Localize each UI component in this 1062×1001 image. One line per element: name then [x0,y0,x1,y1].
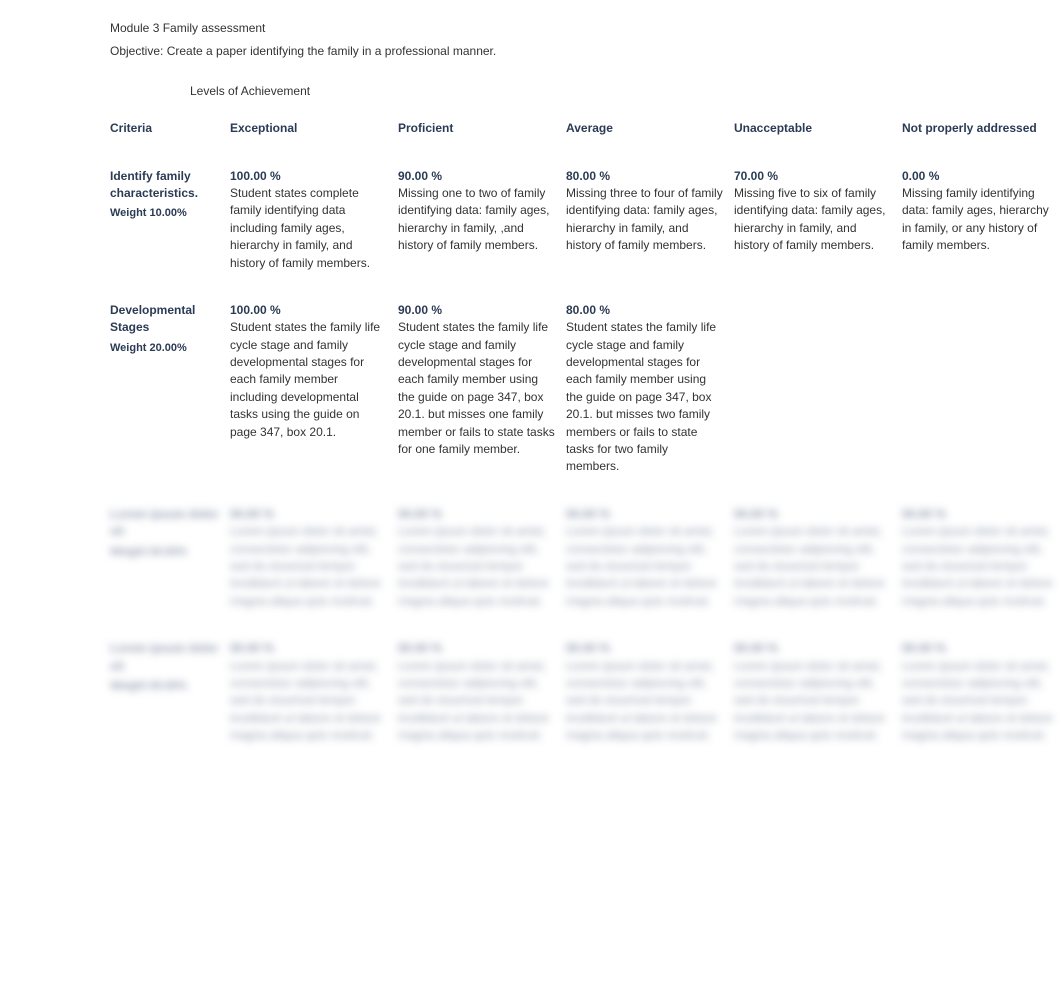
cell-percent: 00.00 % [902,507,946,521]
level-cell: 00.00 % Lorem ipsum dolor sit amet, conse… [566,488,734,622]
cell-percent: 100.00 % [230,169,281,183]
cell-description: Student states the family life cycle sta… [230,319,388,441]
col-criteria: Criteria [110,110,230,149]
criteria-name: Identify family characteristics. [110,168,220,203]
cell-percent: 00.00 % [230,507,274,521]
criteria-name: Developmental Stages [110,302,220,337]
page: Module 3 Family assessment Objective: Cr… [0,0,1062,1001]
rubric-table: Criteria Exceptional Proficient Average … [110,110,1062,756]
criteria-weight: Weight 00.00% [110,679,220,695]
cell-description: Lorem ipsum dolor sit amet, consectetur … [902,523,1060,610]
criteria-cell: Lorem ipsum dolor sit Weight 00.00% [110,488,230,622]
cell-percent: 00.00 % [734,507,778,521]
level-cell: 00.00 % Lorem ipsum dolor sit amet, conse… [734,488,902,622]
cell-description: Student states the family life cycle sta… [398,319,556,458]
cell-description: Lorem ipsum dolor sit amet, consectetur … [398,523,556,610]
level-cell: 0.00 % Missing family identifying data: f… [902,150,1062,284]
cell-description: Lorem ipsum dolor sit amet, consectetur … [734,658,892,745]
level-cell: 90.00 % Missing one to two of family iden… [398,150,566,284]
cell-description: Lorem ipsum dolor sit amet, consectetur … [230,658,388,745]
col-not-addressed: Not properly addressed [902,110,1062,149]
cell-percent: 00.00 % [398,641,442,655]
level-cell: 90.00 % Student states the family life cy… [398,284,566,488]
level-cell: 00.00 % Lorem ipsum dolor sit amet, conse… [230,488,398,622]
cell-percent: 00.00 % [566,641,610,655]
cell-description: Student states the family life cycle sta… [566,319,724,476]
level-cell: 00.00 % Lorem ipsum dolor sit amet, conse… [566,622,734,756]
criteria-name: Lorem ipsum dolor sit [110,506,220,541]
cell-percent: 00.00 % [902,641,946,655]
col-average: Average [566,110,734,149]
criteria-weight: Weight 10.00% [110,206,220,222]
levels-of-achievement-label: Levels of Achievement [190,83,1032,100]
level-cell: 100.00 % Student states the family life c… [230,284,398,488]
col-exceptional: Exceptional [230,110,398,149]
level-cell: 00.00 % Lorem ipsum dolor sit amet, conse… [398,488,566,622]
level-cell [902,284,1062,488]
cell-percent: 90.00 % [398,303,442,317]
level-cell [734,284,902,488]
cell-percent: 00.00 % [398,507,442,521]
cell-description: Missing five to six of family identifyin… [734,185,892,255]
criteria-cell: Lorem ipsum dolor sit Weight 00.00% [110,622,230,756]
level-cell: 80.00 % Student states the family life cy… [566,284,734,488]
table-row: Lorem ipsum dolor sit Weight 00.00% 00.00 … [110,488,1062,622]
cell-percent: 70.00 % [734,169,778,183]
cell-description: Lorem ipsum dolor sit amet, consectetur … [902,658,1060,745]
cell-description: Lorem ipsum dolor sit amet, consectetur … [734,523,892,610]
criteria-weight: Weight 00.00% [110,545,220,561]
cell-description: Lorem ipsum dolor sit amet, consectetur … [398,658,556,745]
module-title: Module 3 Family assessment [110,20,1032,37]
level-cell: 00.00 % Lorem ipsum dolor sit amet, conse… [230,622,398,756]
cell-description: Missing three to four of family identify… [566,185,724,255]
module-objective: Objective: Create a paper identifying th… [110,43,1032,60]
criteria-cell: Developmental Stages Weight 20.00% [110,284,230,488]
cell-description: Lorem ipsum dolor sit amet, consectetur … [230,523,388,610]
level-cell: 00.00 % Lorem ipsum dolor sit amet, conse… [734,622,902,756]
table-row: Identify family characteristics. Weight 1… [110,150,1062,284]
level-cell: 80.00 % Missing three to four of family i… [566,150,734,284]
cell-percent: 100.00 % [230,303,281,317]
col-proficient: Proficient [398,110,566,149]
cell-percent: 90.00 % [398,169,442,183]
cell-description: Missing one to two of family identifying… [398,185,556,255]
header-row: Criteria Exceptional Proficient Average … [110,110,1062,149]
col-unacceptable: Unacceptable [734,110,902,149]
table-row: Developmental Stages Weight 20.00% 100.00 … [110,284,1062,488]
table-row: Lorem ipsum dolor sit Weight 00.00% 00.00 … [110,622,1062,756]
criteria-cell: Identify family characteristics. Weight 1… [110,150,230,284]
cell-description: Student states complete family identifyi… [230,185,388,272]
cell-percent: 80.00 % [566,303,610,317]
level-cell: 00.00 % Lorem ipsum dolor sit amet, conse… [902,488,1062,622]
cell-percent: 00.00 % [734,641,778,655]
cell-description: Lorem ipsum dolor sit amet, consectetur … [566,658,724,745]
level-cell: 00.00 % Lorem ipsum dolor sit amet, conse… [398,622,566,756]
cell-percent: 0.00 % [902,169,939,183]
level-cell: 100.00 % Student states complete family i… [230,150,398,284]
level-cell: 00.00 % Lorem ipsum dolor sit amet, conse… [902,622,1062,756]
criteria-weight: Weight 20.00% [110,341,220,357]
cell-percent: 80.00 % [566,169,610,183]
level-cell: 70.00 % Missing five to six of family ide… [734,150,902,284]
cell-description: Lorem ipsum dolor sit amet, consectetur … [566,523,724,610]
criteria-name: Lorem ipsum dolor sit [110,640,220,675]
cell-percent: 00.00 % [230,641,274,655]
cell-description: Missing family identifying data: family … [902,185,1060,255]
cell-percent: 00.00 % [566,507,610,521]
